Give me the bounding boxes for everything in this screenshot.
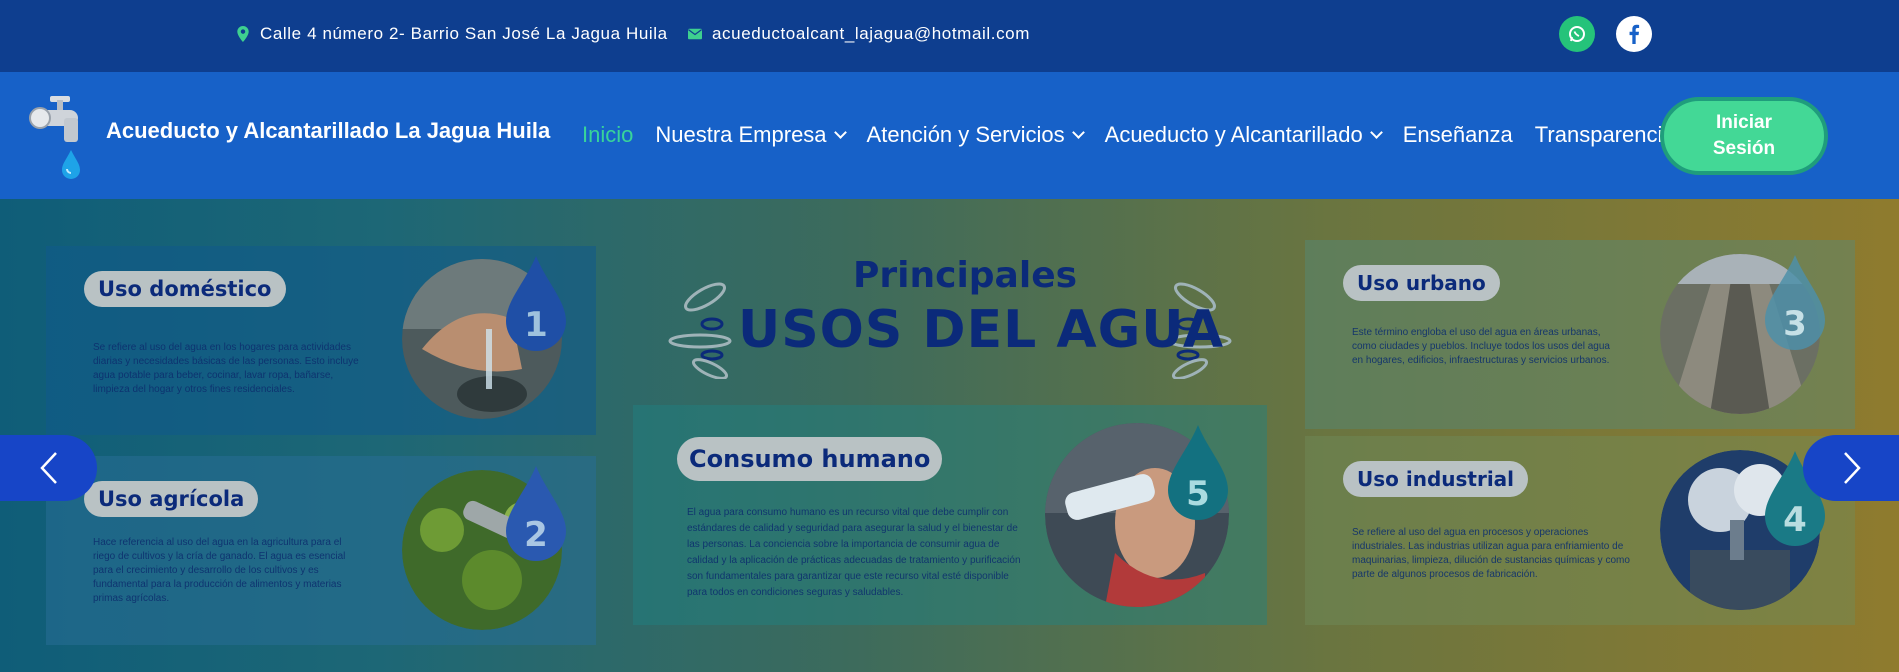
nav-item-transparencia[interactable]: Transparencia	[1535, 122, 1675, 148]
main-menu: Inicio Nuestra Empresa Atención y Servic…	[582, 122, 1697, 148]
svg-text:4: 4	[1783, 500, 1807, 540]
card-text: Se refiere al uso del agua en procesos y…	[1352, 527, 1630, 580]
top-bar: Calle 4 número 2- Barrio San José La Jag…	[0, 0, 1899, 72]
svg-text:2: 2	[524, 515, 548, 555]
number-drop-3-icon: 3	[1765, 255, 1825, 350]
email-item[interactable]: acueductoalcant_lajagua@hotmail.com	[688, 24, 1030, 44]
chevron-down-icon	[1369, 126, 1383, 139]
facebook-button[interactable]	[1616, 16, 1652, 52]
chevron-right-icon	[1843, 452, 1861, 484]
card-title: Uso industrial	[1343, 461, 1529, 497]
card-title: Uso doméstico	[84, 271, 286, 307]
slider-next-button[interactable]	[1803, 435, 1899, 501]
hero-heading-big: USOS DEL AGUA	[738, 300, 1225, 360]
hero-slider: Principales USOS DEL AGUA Uso doméstico …	[0, 199, 1899, 672]
facebook-icon	[1629, 24, 1640, 44]
number-drop-5-icon: 5	[1168, 425, 1228, 520]
faucet-logo-icon[interactable]	[28, 94, 92, 182]
card-title: Consumo humano	[677, 437, 943, 481]
nav-item-nuestra-empresa[interactable]: Nuestra Empresa	[655, 122, 847, 148]
main-navbar: Acueducto y Alcantarillado La Jagua Huil…	[0, 72, 1899, 199]
envelope-icon	[688, 28, 702, 40]
hero-heading-small: Principales	[853, 255, 1078, 296]
whatsapp-icon	[1569, 26, 1585, 42]
decorative-swirl-left-icon	[668, 282, 732, 379]
nav-item-acueducto-alcantarillado[interactable]: Acueducto y Alcantarillado	[1105, 122, 1383, 148]
address-item: Calle 4 número 2- Barrio San José La Jag…	[236, 24, 668, 44]
card-consumo-humano: Consumo humano El agua para consumo huma…	[633, 405, 1267, 625]
email-text[interactable]: acueductoalcant_lajagua@hotmail.com	[712, 24, 1030, 44]
nav-item-atencion-servicios[interactable]: Atención y Servicios	[867, 122, 1085, 148]
whatsapp-button[interactable]	[1559, 16, 1595, 52]
card-text: El agua para consumo humano es un recurs…	[687, 507, 1021, 598]
svg-text:3: 3	[1783, 304, 1807, 344]
chevron-down-icon	[833, 126, 847, 139]
address-text: Calle 4 número 2- Barrio San José La Jag…	[260, 24, 668, 43]
card-uso-agricola: Uso agrícola Hace referencia al uso del …	[46, 456, 596, 645]
svg-text:5: 5	[1186, 474, 1210, 514]
login-button[interactable]: Iniciar Sesión	[1660, 97, 1828, 175]
card-title: Uso urbano	[1343, 265, 1500, 301]
nav-item-inicio[interactable]: Inicio	[582, 122, 633, 148]
number-drop-1-icon: 1	[506, 256, 566, 351]
number-drop-2-icon: 2	[506, 466, 566, 561]
card-text: Hace referencia al uso del agua en la ag…	[93, 537, 346, 604]
card-uso-urbano: Uso urbano Este término engloba el uso d…	[1305, 240, 1855, 429]
map-pin-icon	[237, 26, 249, 42]
card-text: Se refiere al uso del agua en los hogare…	[93, 342, 359, 395]
nav-item-ensenanza[interactable]: Enseñanza	[1403, 122, 1513, 148]
brand-name[interactable]: Acueducto y Alcantarillado La Jagua Huil…	[106, 118, 550, 144]
card-title: Uso agrícola	[84, 481, 259, 517]
chevron-left-icon	[39, 452, 57, 484]
chevron-down-icon	[1071, 126, 1085, 139]
card-text: Este término engloba el uso del agua en …	[1352, 327, 1610, 366]
slider-prev-button[interactable]	[0, 435, 97, 501]
card-uso-domestico: Uso doméstico Se refiere al uso del agua…	[46, 246, 596, 435]
svg-text:1: 1	[524, 305, 548, 345]
card-uso-industrial: Uso industrial Se refiere al uso del agu…	[1305, 436, 1855, 625]
